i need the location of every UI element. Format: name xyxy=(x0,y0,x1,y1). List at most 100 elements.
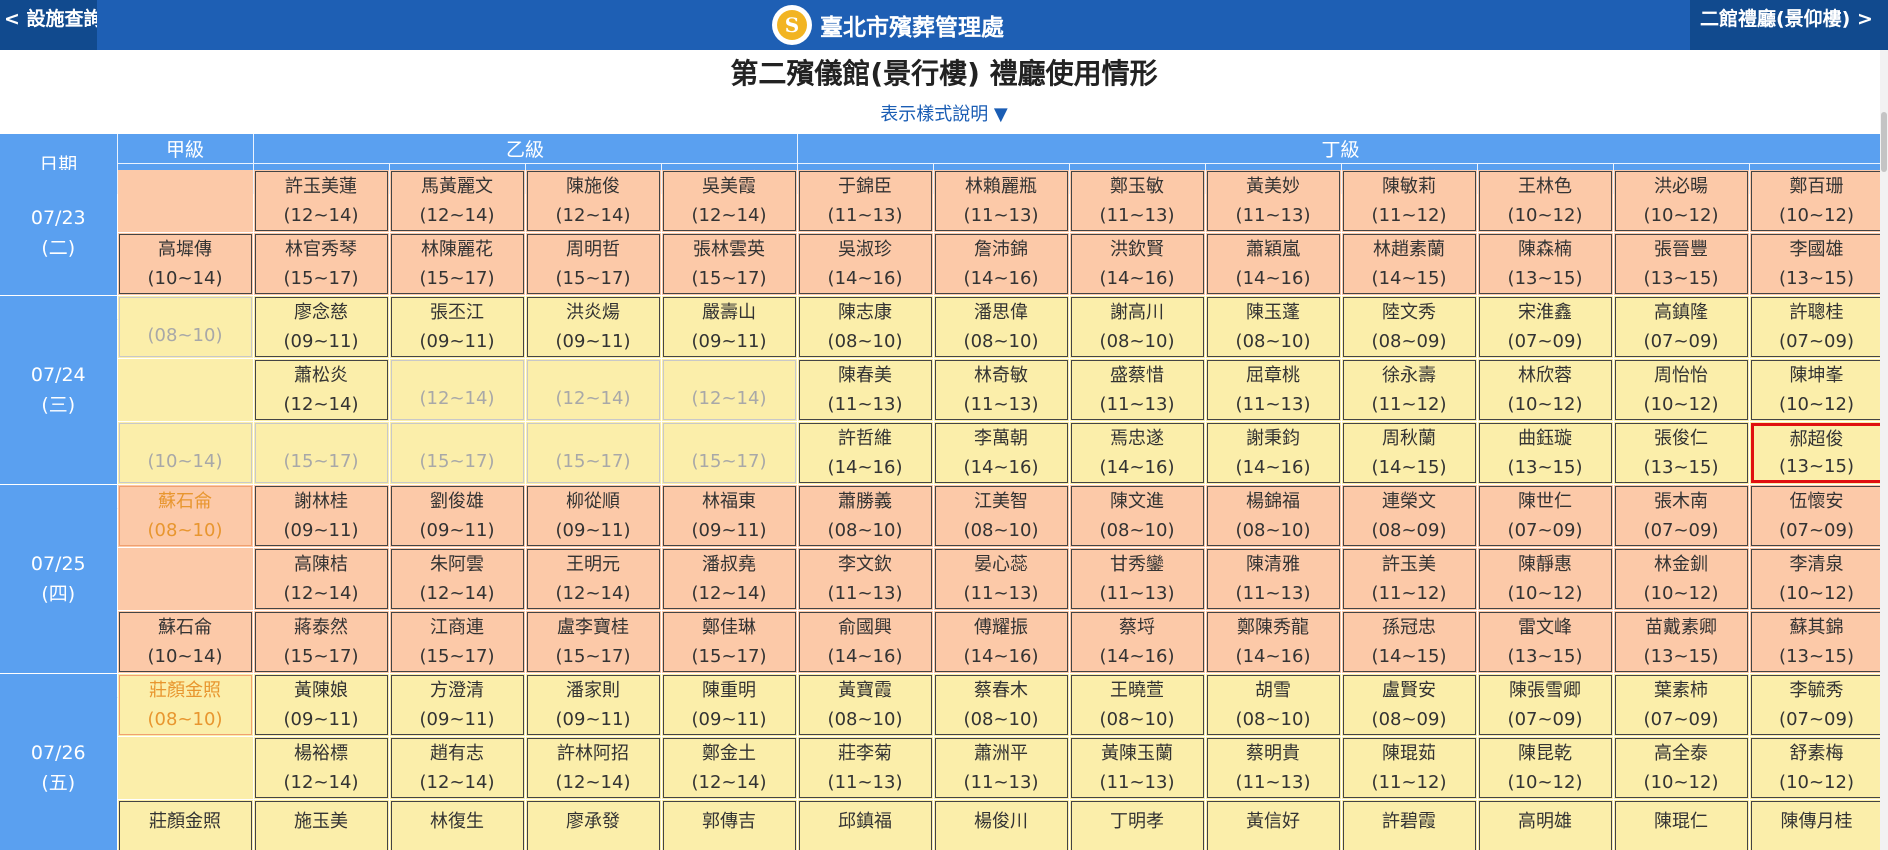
booking-cell[interactable]: 陳施俊 (12~14) xyxy=(524,169,662,233)
booking-cell[interactable]: 蔡明貴 (11~13) xyxy=(1204,736,1342,800)
booking-cell[interactable]: 黃陳娘 (09~11) xyxy=(252,673,390,737)
booking-cell[interactable]: 許聰桂 (07~09) xyxy=(1748,295,1880,359)
booking-cell[interactable]: 劉俊雄 (09~11) xyxy=(388,484,526,548)
booking-cell[interactable]: 蕭洲平 (11~13) xyxy=(932,736,1070,800)
booking-cell[interactable]: (15~17) xyxy=(252,421,390,485)
booking-cell[interactable]: 陸文秀 (08~09) xyxy=(1340,295,1478,359)
booking-cell[interactable]: 葉素柿 (07~09) xyxy=(1612,673,1750,737)
booking-cell[interactable]: 徐永壽 (11~12) xyxy=(1340,358,1478,422)
booking-cell[interactable]: 陳志康 (08~10) xyxy=(796,295,934,359)
booking-cell[interactable] xyxy=(116,358,254,422)
booking-cell[interactable]: 陳世仁 (07~09) xyxy=(1476,484,1614,548)
booking-cell[interactable]: (08~10) xyxy=(116,295,254,359)
booking-cell[interactable]: 蕭穎嵐 (14~16) xyxy=(1204,232,1342,296)
booking-cell[interactable]: 莊李菊 (11~13) xyxy=(796,736,934,800)
booking-cell[interactable] xyxy=(116,736,254,800)
booking-cell[interactable]: (15~17) xyxy=(388,421,526,485)
booking-cell[interactable]: 陳靜惠 (10~12) xyxy=(1476,547,1614,611)
booking-cell[interactable]: 張木南 (07~09) xyxy=(1612,484,1750,548)
vertical-scrollbar[interactable] xyxy=(1880,50,1888,850)
booking-cell[interactable]: 高墀傳 (10~14) xyxy=(116,232,254,296)
booking-cell[interactable]: 鄭陳秀龍 (14~16) xyxy=(1204,610,1342,674)
booking-cell[interactable]: 傅耀振 (14~16) xyxy=(932,610,1070,674)
booking-cell[interactable]: 蔡春木 (08~10) xyxy=(932,673,1070,737)
booking-cell[interactable]: 陳琨茹 (11~12) xyxy=(1340,736,1478,800)
booking-cell[interactable]: 曲鈺璇 (13~15) xyxy=(1476,421,1614,485)
booking-cell[interactable]: 方澄清 (09~11) xyxy=(388,673,526,737)
booking-cell[interactable]: 柳從順 (09~11) xyxy=(524,484,662,548)
booking-cell[interactable]: 廖承發 xyxy=(524,799,662,850)
booking-cell[interactable]: 陳清雅 (11~13) xyxy=(1204,547,1342,611)
booking-cell[interactable] xyxy=(116,547,254,611)
booking-cell[interactable]: 鄭百珊 (10~12) xyxy=(1748,169,1880,233)
facility-search-link[interactable]: < 設施查詢 xyxy=(0,0,97,50)
booking-cell[interactable]: 屈章桃 (11~13) xyxy=(1204,358,1342,422)
booking-cell[interactable]: 孫冠忠 (14~15) xyxy=(1340,610,1478,674)
booking-cell[interactable]: 宋淮鑫 (07~09) xyxy=(1476,295,1614,359)
booking-cell[interactable]: 施玉美 xyxy=(252,799,390,850)
booking-cell[interactable]: 俞國興 (14~16) xyxy=(796,610,934,674)
booking-cell[interactable]: 陳玉蓬 (08~10) xyxy=(1204,295,1342,359)
booking-cell[interactable]: 高明雄 xyxy=(1476,799,1614,850)
site-brand[interactable]: S 臺北市殯葬管理處 xyxy=(772,0,1004,50)
booking-cell[interactable]: 林復生 xyxy=(388,799,526,850)
booking-cell[interactable]: 陳琨仁 xyxy=(1612,799,1750,850)
booking-cell[interactable]: 陳張雪卿 (07~09) xyxy=(1476,673,1614,737)
booking-cell[interactable]: 王曉萱 (08~10) xyxy=(1068,673,1206,737)
booking-cell[interactable]: 林奇敏 (11~13) xyxy=(932,358,1070,422)
booking-cell[interactable]: 鄭玉敏 (11~13) xyxy=(1068,169,1206,233)
booking-cell[interactable]: 盧李寶桂 (15~17) xyxy=(524,610,662,674)
booking-cell[interactable]: 林賴麗瓶 (11~13) xyxy=(932,169,1070,233)
booking-cell[interactable]: 楊裕標 (12~14) xyxy=(252,736,390,800)
booking-cell[interactable]: 陳春美 (11~13) xyxy=(796,358,934,422)
booking-cell[interactable]: 許碧霞 xyxy=(1340,799,1478,850)
booking-cell[interactable]: 丁明孝 xyxy=(1068,799,1206,850)
booking-cell[interactable]: 李國雄 (13~15) xyxy=(1748,232,1880,296)
booking-cell[interactable]: 廖念慈 (09~11) xyxy=(252,295,390,359)
booking-cell[interactable]: 江商連 (15~17) xyxy=(388,610,526,674)
booking-cell[interactable]: 許玉美蓮 (12~14) xyxy=(252,169,390,233)
booking-cell[interactable]: 謝高川 (08~10) xyxy=(1068,295,1206,359)
booking-cell[interactable]: 陳傳月桂 xyxy=(1748,799,1880,850)
legend-toggle-link[interactable]: 表示樣式說明 ▼ xyxy=(0,100,1888,126)
hall-link-jingyang[interactable]: 二館禮廳(景仰樓) > xyxy=(1690,0,1888,50)
booking-cell[interactable]: 陳重明 (09~11) xyxy=(660,673,798,737)
booking-cell[interactable]: (12~14) xyxy=(388,358,526,422)
booking-cell[interactable] xyxy=(116,169,254,233)
booking-cell[interactable]: 謝林桂 (09~11) xyxy=(252,484,390,548)
booking-cell[interactable]: 洪炎煬 (09~11) xyxy=(524,295,662,359)
booking-cell[interactable]: 胡雪 (08~10) xyxy=(1204,673,1342,737)
booking-cell[interactable]: 陳敏莉 (11~12) xyxy=(1340,169,1478,233)
booking-cell[interactable]: 甘秀鑾 (11~13) xyxy=(1068,547,1206,611)
booking-cell[interactable]: 周秋蘭 (14~15) xyxy=(1340,421,1478,485)
booking-cell[interactable]: 洪必暘 (10~12) xyxy=(1612,169,1750,233)
booking-cell[interactable]: 蘇石侖 (08~10) xyxy=(116,484,254,548)
booking-cell[interactable]: 陳森楠 (13~15) xyxy=(1476,232,1614,296)
booking-cell[interactable]: 張丕江 (09~11) xyxy=(388,295,526,359)
booking-cell[interactable]: 李清泉 (10~12) xyxy=(1748,547,1880,611)
booking-cell[interactable]: 潘叔堯 (12~14) xyxy=(660,547,798,611)
booking-cell[interactable]: 王林色 (10~12) xyxy=(1476,169,1614,233)
booking-cell[interactable]: 陳昆乾 (10~12) xyxy=(1476,736,1614,800)
booking-cell[interactable]: 林官秀琴 (15~17) xyxy=(252,232,390,296)
booking-cell[interactable]: 馬黃麗文 (12~14) xyxy=(388,169,526,233)
booking-cell[interactable]: 盛蔡惜 (11~13) xyxy=(1068,358,1206,422)
booking-cell[interactable]: 江美智 (08~10) xyxy=(932,484,1070,548)
booking-cell[interactable]: 林陳麗花 (15~17) xyxy=(388,232,526,296)
booking-cell[interactable]: 許玉美 (11~12) xyxy=(1340,547,1478,611)
booking-cell[interactable]: 蔣泰然 (15~17) xyxy=(252,610,390,674)
booking-cell[interactable]: 郝超俊 (13~15) xyxy=(1748,421,1880,485)
booking-cell[interactable]: 蘇石侖 (10~14) xyxy=(116,610,254,674)
booking-cell[interactable]: 王明元 (12~14) xyxy=(524,547,662,611)
booking-cell[interactable]: 吳淑珍 (14~16) xyxy=(796,232,934,296)
booking-cell[interactable]: 黃美妙 (11~13) xyxy=(1204,169,1342,233)
booking-cell[interactable]: 潘家則 (09~11) xyxy=(524,673,662,737)
booking-cell[interactable]: 嚴壽山 (09~11) xyxy=(660,295,798,359)
booking-cell[interactable]: 蕭勝義 (08~10) xyxy=(796,484,934,548)
booking-cell[interactable]: 張俊仁 (13~15) xyxy=(1612,421,1750,485)
booking-cell[interactable]: 李毓秀 (07~09) xyxy=(1748,673,1880,737)
booking-cell[interactable]: 鄭佳琳 (15~17) xyxy=(660,610,798,674)
booking-cell[interactable]: 邱鎮福 xyxy=(796,799,934,850)
booking-cell[interactable]: 陳坤峯 (10~12) xyxy=(1748,358,1880,422)
booking-cell[interactable]: 蘇其錦 (13~15) xyxy=(1748,610,1880,674)
